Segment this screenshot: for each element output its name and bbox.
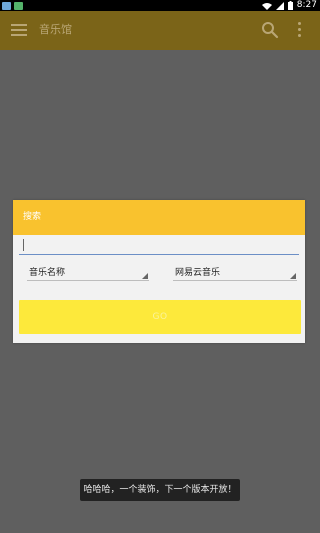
menu-icon[interactable]	[11, 24, 27, 36]
clock: 8:27	[296, 0, 317, 10]
system-icons: 8:27	[261, 0, 317, 11]
more-vert-icon[interactable]	[294, 22, 304, 40]
notification-icon-blue	[2, 1, 11, 10]
search-type-value: 音乐名称	[29, 268, 66, 278]
source-value: 网易云音乐	[175, 268, 221, 278]
search-icon[interactable]	[261, 21, 279, 39]
notification-icon-green	[14, 1, 23, 10]
toast: 哈哈哈，一个装饰，下一个版本开放！	[80, 479, 240, 501]
search-input[interactable]	[19, 236, 299, 255]
dropdown-arrow-icon	[290, 273, 296, 279]
go-button-label: GO	[152, 312, 168, 322]
dialog-header: 搜索	[13, 200, 305, 235]
app-bar: 音乐馆	[0, 11, 320, 50]
text-cursor	[23, 239, 24, 251]
dialog-title: 搜索	[23, 212, 42, 222]
signal-icon	[275, 1, 284, 10]
app-title: 音乐馆	[39, 23, 72, 36]
dropdown-arrow-icon	[142, 273, 148, 279]
toast-message: 哈哈哈，一个装饰，下一个版本开放！	[83, 485, 237, 495]
go-button[interactable]: GO	[19, 300, 301, 334]
battery-icon	[287, 1, 293, 10]
source-spinner[interactable]: 网易云音乐	[173, 266, 297, 281]
search-type-spinner[interactable]: 音乐名称	[27, 266, 149, 281]
notification-icons	[2, 0, 23, 11]
status-bar: 8:27	[0, 0, 320, 11]
wifi-icon	[261, 2, 272, 10]
